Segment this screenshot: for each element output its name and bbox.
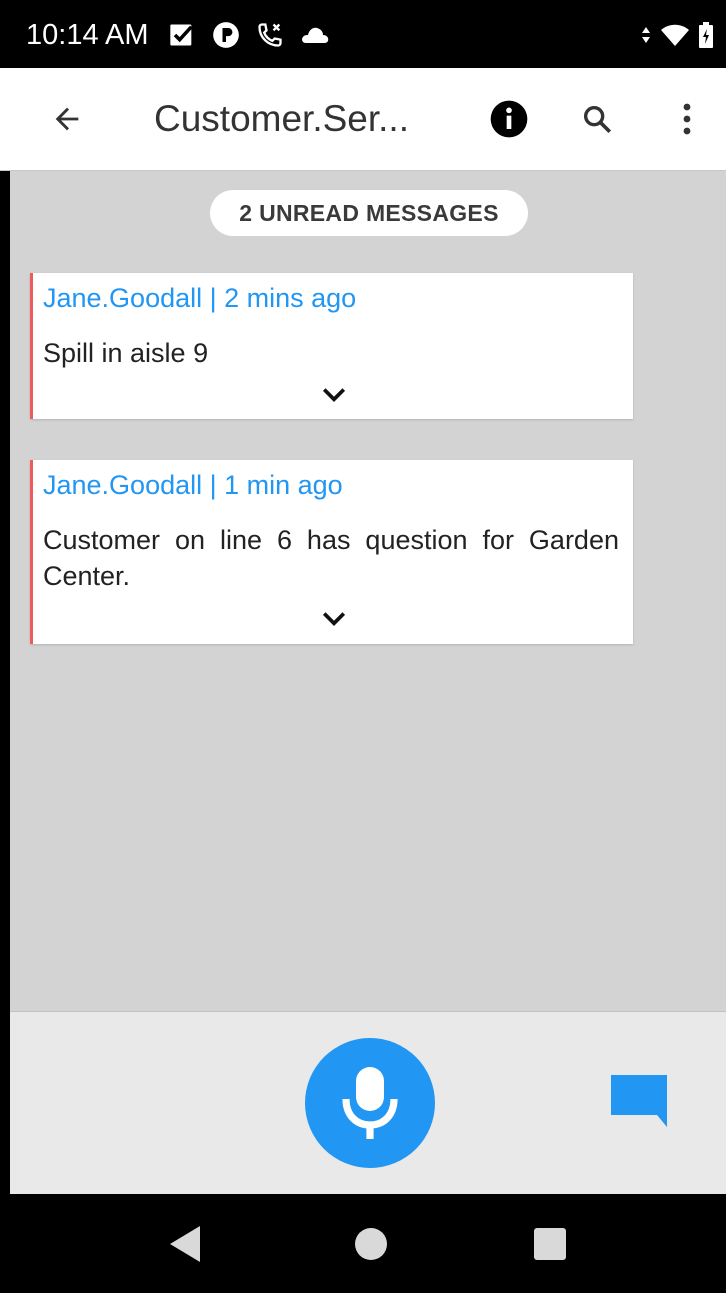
message-body: Customer on line 6 has question for Gard… xyxy=(43,525,619,591)
system-nav-bar xyxy=(0,1194,726,1293)
missed-call-icon xyxy=(258,23,282,47)
message-card[interactable]: Jane.Goodall | 2 mins ago Spill in aisle… xyxy=(30,273,633,419)
message-card[interactable]: Jane.Goodall | 1 min ago Customer on lin… xyxy=(30,460,633,644)
nav-home-icon xyxy=(355,1228,387,1260)
checkbox-icon xyxy=(170,24,193,46)
expand-button[interactable] xyxy=(316,604,352,634)
chat-icon xyxy=(611,1075,667,1127)
page-title: Customer.Ser... xyxy=(154,98,409,139)
unread-messages-badge: 2 UNREAD MESSAGES xyxy=(210,190,528,236)
nav-home-button[interactable] xyxy=(343,1216,399,1272)
info-icon xyxy=(490,100,528,138)
app-bar: Customer.Ser... xyxy=(0,68,726,171)
search-icon xyxy=(583,105,612,134)
nav-recents-icon xyxy=(534,1228,566,1260)
mic-icon xyxy=(342,1067,398,1139)
cloud-icon xyxy=(302,27,329,43)
nav-back-button[interactable] xyxy=(158,1216,214,1272)
more-options-button[interactable] xyxy=(662,94,712,144)
status-time: 10:14 AM xyxy=(26,19,149,51)
chevron-down-icon xyxy=(322,388,346,402)
left-edge xyxy=(0,171,10,1194)
back-button[interactable] xyxy=(42,94,92,144)
status-icons-left xyxy=(168,18,330,52)
back-arrow-icon xyxy=(55,107,79,131)
battery-icon xyxy=(699,22,713,48)
chat-button[interactable] xyxy=(604,1068,674,1134)
chevron-down-icon xyxy=(322,612,346,626)
push-to-talk-button[interactable] xyxy=(305,1038,435,1168)
status-bar: 10:14 AM xyxy=(0,0,726,68)
nav-recents-button[interactable] xyxy=(522,1216,578,1272)
info-button[interactable] xyxy=(484,94,534,144)
message-header: Jane.Goodall | 1 min ago xyxy=(43,470,343,500)
status-icons-right xyxy=(640,18,714,52)
wifi-icon xyxy=(661,24,689,46)
cloud-app-icon xyxy=(213,22,239,48)
message-header: Jane.Goodall | 2 mins ago xyxy=(43,283,357,313)
message-body: Spill in aisle 9 xyxy=(43,338,209,368)
search-button[interactable] xyxy=(572,94,622,144)
nav-back-icon xyxy=(170,1226,200,1262)
data-arrows-icon xyxy=(642,27,650,43)
more-vert-icon xyxy=(683,103,691,135)
expand-button[interactable] xyxy=(316,380,352,410)
